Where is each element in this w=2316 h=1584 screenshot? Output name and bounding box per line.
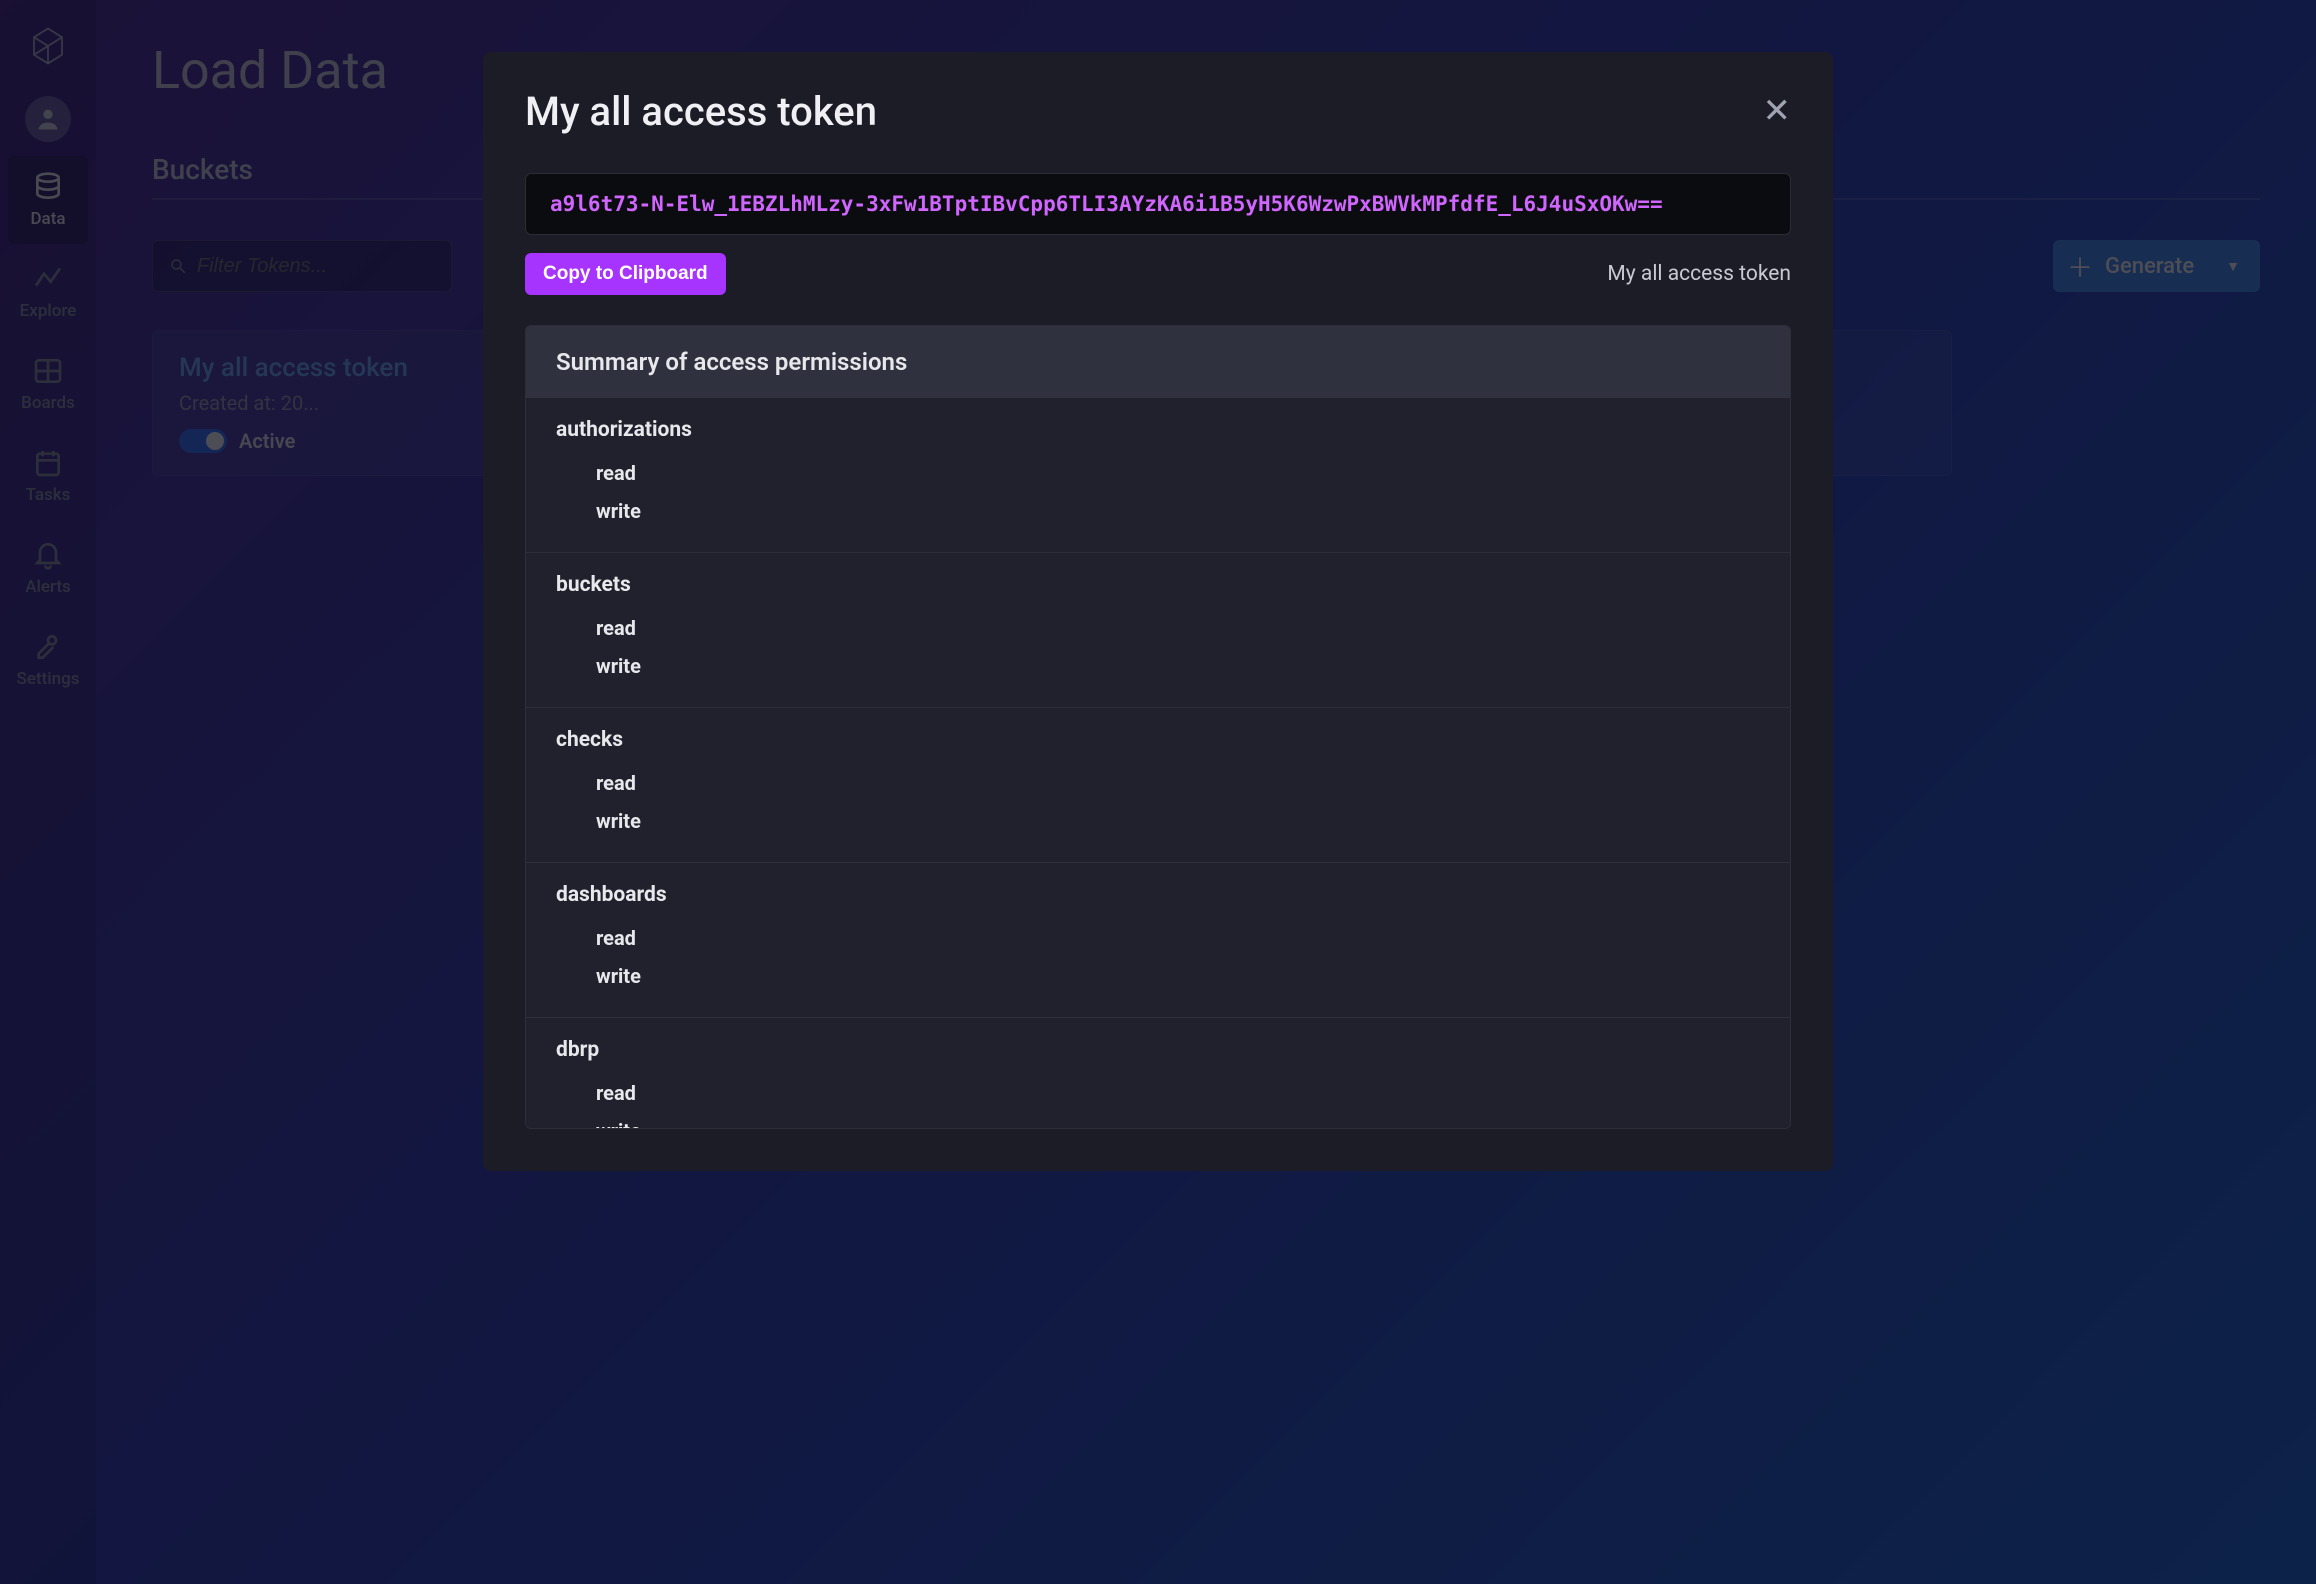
permission-action: write bbox=[596, 647, 1760, 685]
permission-resource: authorizations bbox=[556, 418, 1760, 442]
permission-action: read bbox=[596, 454, 1760, 492]
permission-action: write bbox=[596, 1112, 1760, 1128]
token-name-label: My all access token bbox=[1607, 262, 1791, 286]
permission-action: write bbox=[596, 492, 1760, 530]
permissions-list[interactable]: authorizationsreadwritebucketsreadwritec… bbox=[526, 398, 1790, 1128]
permission-group: dashboards readwrite bbox=[526, 863, 1790, 1018]
permission-action: read bbox=[596, 609, 1760, 647]
permission-resource: dbrp bbox=[556, 1038, 1760, 1062]
permissions-panel: Summary of access permissions authorizat… bbox=[525, 325, 1791, 1129]
modal-overlay: My all access token ✕ a9l6t73-N-Elw_1EBZ… bbox=[0, 0, 2316, 1584]
permission-action: read bbox=[596, 764, 1760, 802]
permission-action: read bbox=[596, 919, 1760, 957]
close-icon[interactable]: ✕ bbox=[1763, 94, 1792, 128]
permission-resource: checks bbox=[556, 728, 1760, 752]
copy-to-clipboard-button[interactable]: Copy to Clipboard bbox=[525, 253, 726, 295]
token-value[interactable]: a9l6t73-N-Elw_1EBZLhMLzy-3xFw1BTptIBvCpp… bbox=[525, 173, 1791, 235]
permission-group: dbrp readwrite bbox=[526, 1018, 1790, 1128]
permissions-heading: Summary of access permissions bbox=[526, 326, 1790, 398]
permission-action: write bbox=[596, 957, 1760, 995]
permission-group: checks readwrite bbox=[526, 708, 1790, 863]
permission-action: read bbox=[596, 1074, 1760, 1112]
permission-resource: dashboards bbox=[556, 883, 1760, 907]
permission-resource: buckets bbox=[556, 573, 1760, 597]
permission-action: write bbox=[596, 802, 1760, 840]
permission-group: buckets readwrite bbox=[526, 553, 1790, 708]
modal-title: My all access token bbox=[525, 88, 1763, 135]
permission-group: authorizations readwrite bbox=[526, 398, 1790, 553]
token-modal: My all access token ✕ a9l6t73-N-Elw_1EBZ… bbox=[483, 52, 1833, 1171]
